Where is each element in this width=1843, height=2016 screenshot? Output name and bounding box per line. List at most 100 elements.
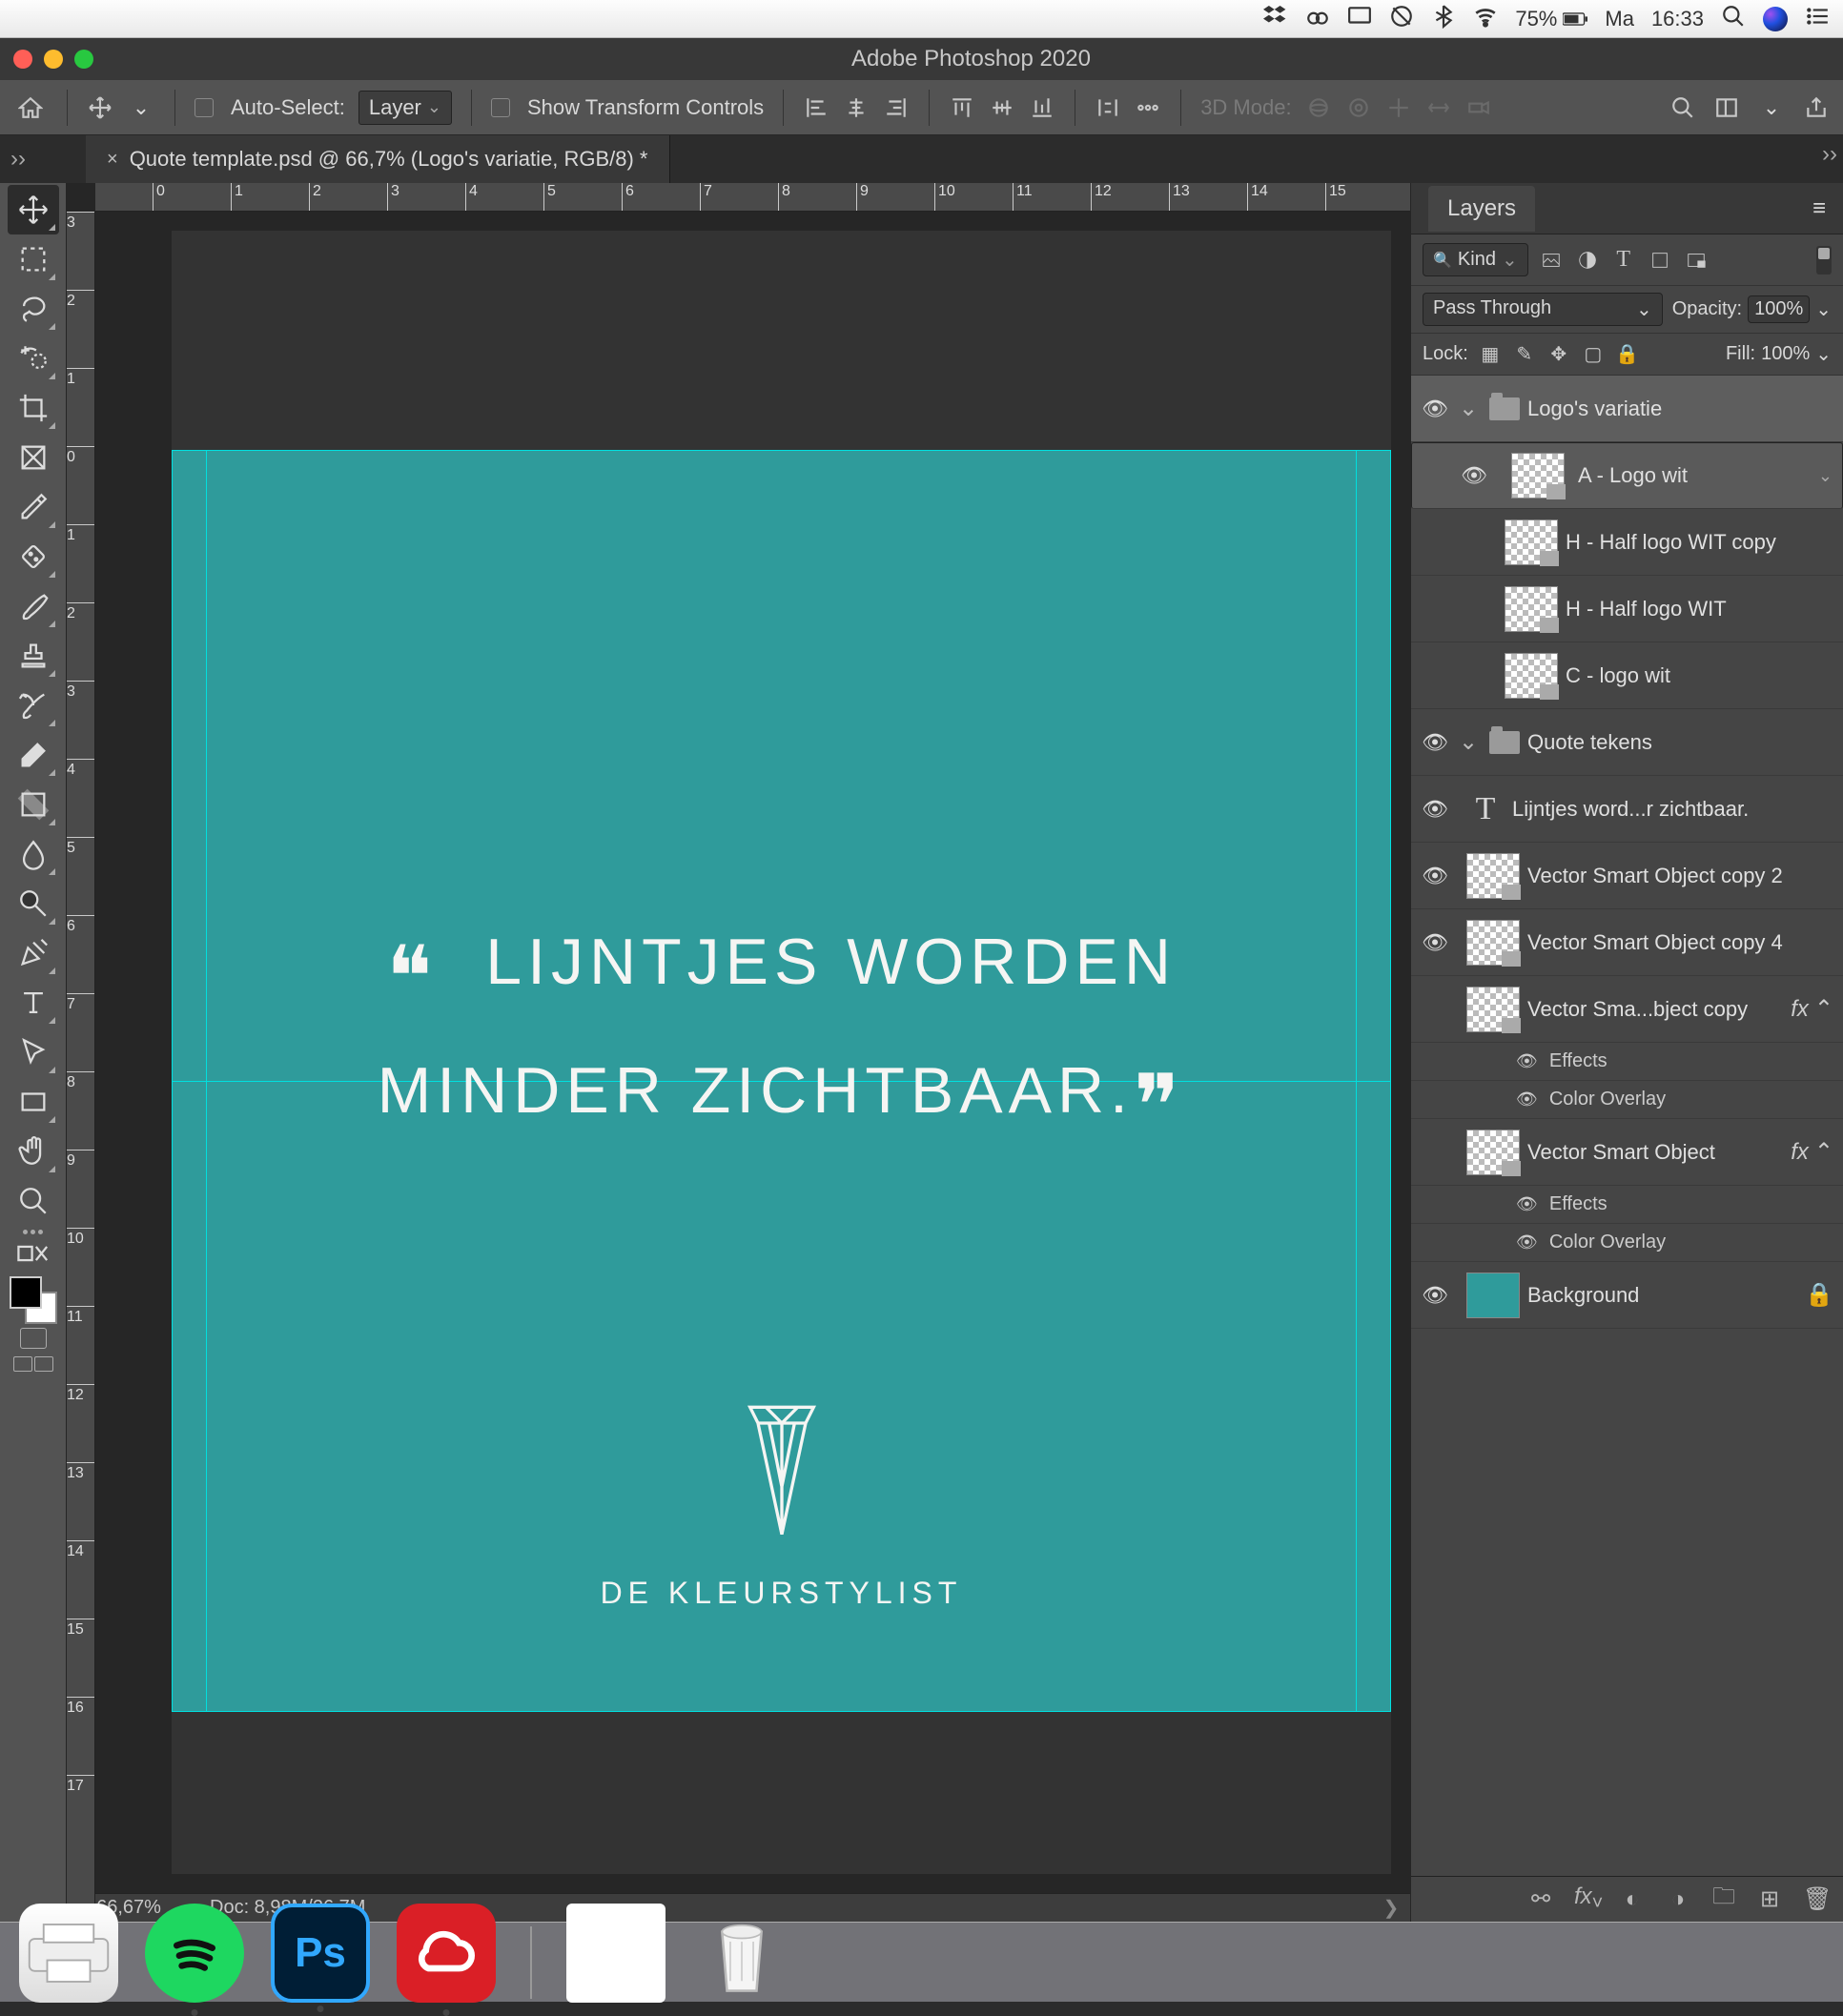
wifi-icon[interactable] [1473,4,1498,34]
layer-row[interactable]: 👁Vector Smart Object copy 2 [1411,843,1843,909]
dock-photoshop-app[interactable]: Ps [271,1904,370,2003]
hand-tool[interactable] [8,1127,59,1176]
align-bottom-edges-icon[interactable] [1029,94,1055,121]
adjustment-layer-icon[interactable]: ◑ [1666,1886,1690,1913]
bluetooth-icon[interactable] [1431,4,1456,34]
zoom-tool[interactable] [8,1176,59,1226]
layer-row[interactable]: 👁⌄Logo's variatie [1411,376,1843,442]
opacity-input[interactable]: 100% [1748,295,1810,323]
layer-row[interactable]: H - Half logo WIT [1411,576,1843,642]
history-brush-tool[interactable] [8,681,59,730]
layer-row[interactable]: Vector Smart Objectfx⌃ [1411,1119,1843,1186]
notification-center-icon[interactable] [1805,4,1830,34]
doc-arrange-icon[interactable] [1713,94,1740,121]
day-label[interactable]: Ma [1605,7,1634,31]
move-tool[interactable] [8,185,59,234]
display-icon[interactable] [1347,4,1372,34]
auto-select-checkbox[interactable] [195,98,214,117]
doc-arrange-dropdown[interactable]: ⌄ [1757,95,1786,120]
layer-row[interactable]: 👁⌄Quote tekens [1411,709,1843,776]
filter-type-icon[interactable]: T [1610,247,1637,274]
fill-dropdown[interactable]: ⌄ [1815,342,1832,366]
path-select-tool[interactable] [8,1028,59,1077]
visibility-toggle[interactable]: 👁 [1450,463,1498,488]
opacity-dropdown[interactable]: ⌄ [1815,297,1832,321]
edit-toolbar-icon[interactable] [14,1238,52,1269]
home-button[interactable] [13,91,48,125]
dock-document[interactable] [566,1904,666,2003]
dock-creative-cloud-app[interactable] [397,1904,496,2003]
filter-smart-icon[interactable] [1683,247,1710,274]
dodge-tool[interactable] [8,879,59,928]
move-tool-icon[interactable] [87,94,113,121]
ruler-horizontal[interactable]: 0123456789101112131415 [95,183,1410,212]
filter-adjust-icon[interactable] [1574,247,1601,274]
panel-menu-icon[interactable]: ≡ [1812,195,1826,222]
status-flyout[interactable]: ❯ [1372,1896,1410,1920]
dropbox-icon[interactable] [1263,4,1288,34]
tool-overflow[interactable] [23,1230,43,1234]
filter-kind-select[interactable]: Kind [1423,243,1528,276]
layer-row[interactable]: 👁Background🔒 [1411,1262,1843,1329]
visibility-toggle[interactable]: 👁 [1411,397,1459,421]
filter-shape-icon[interactable] [1647,247,1673,274]
lasso-tool[interactable] [8,284,59,334]
show-transform-checkbox[interactable] [491,98,510,117]
dock-spotify-app[interactable] [145,1904,244,2003]
screen-mode-toggle[interactable] [13,1356,53,1372]
crop-tool[interactable] [8,383,59,433]
layer-row[interactable]: H - Half logo WIT copy [1411,509,1843,576]
visibility-toggle[interactable]: 👁 [1411,930,1459,955]
filter-pixel-icon[interactable] [1538,247,1565,274]
distribute-icon[interactable] [1095,94,1121,121]
battery-indicator[interactable]: 75% [1515,7,1587,31]
zoom-window-button[interactable] [74,50,93,69]
healing-tool[interactable] [8,532,59,581]
lock-position-icon[interactable]: ✥ [1546,342,1571,366]
align-vertical-centers-icon[interactable] [989,94,1015,121]
right-panel-toggle[interactable]: ›› [1822,141,1837,168]
gradient-tool[interactable] [8,780,59,829]
layer-effect[interactable]: 👁Color Overlay [1411,1224,1843,1262]
cc-menubar-icon[interactable] [1305,4,1330,34]
search-icon[interactable] [1669,94,1696,121]
auto-select-target[interactable]: Layer [358,91,452,125]
layer-row[interactable]: 👁A - Logo wit [1411,442,1843,509]
guide-h[interactable] [172,450,1391,451]
share-icon[interactable] [1803,94,1830,121]
delete-layer-icon[interactable]: 🗑 [1803,1885,1828,1913]
layer-row[interactable]: Vector Sma...bject copyfx⌃ [1411,976,1843,1043]
align-top-edges-icon[interactable] [949,94,975,121]
canvas-stage[interactable]: ❝ LIJNTJES WORDEN MINDER ZICHTBAAR.❞ DE … [95,212,1410,1893]
lock-all-icon[interactable]: 🔒 [1615,342,1640,366]
align-horizontal-centers-icon[interactable] [843,94,870,121]
quick-select-tool[interactable] [8,334,59,383]
new-layer-icon[interactable]: ⊞ [1757,1885,1782,1913]
layer-row[interactable]: 👁TLijntjes word...r zichtbaar. [1411,776,1843,843]
layer-row[interactable]: C - logo wit [1411,642,1843,709]
eyedropper-tool[interactable] [8,482,59,532]
layer-effect[interactable]: 👁Color Overlay [1411,1081,1843,1119]
pen-tool[interactable] [8,928,59,978]
lock-image-icon[interactable]: ✎ [1512,342,1537,366]
ruler-vertical[interactable]: 32101234567891011121314151617 [67,212,95,1922]
eraser-tool[interactable] [8,730,59,780]
marquee-tool[interactable] [8,234,59,284]
layer-effect[interactable]: 👁Effects [1411,1043,1843,1081]
frame-tool[interactable] [8,433,59,482]
minimize-window-button[interactable] [44,50,63,69]
close-window-button[interactable] [13,50,32,69]
type-tool[interactable] [8,978,59,1028]
brush-tool[interactable] [8,581,59,631]
visibility-toggle[interactable]: 👁 [1411,730,1459,755]
spotlight-icon[interactable] [1721,4,1746,34]
new-group-icon[interactable]: 🗀 [1711,1880,1736,1919]
lock-transparent-icon[interactable]: ▦ [1478,342,1503,366]
layers-tab[interactable]: Layers [1428,186,1535,232]
align-left-edges-icon[interactable] [803,94,829,121]
stamp-tool[interactable] [8,631,59,681]
time-label[interactable]: 16:33 [1651,7,1704,31]
layer-mask-icon[interactable]: ◐ [1620,1886,1645,1913]
align-right-edges-icon[interactable] [883,94,910,121]
color-swatches[interactable] [10,1276,57,1324]
